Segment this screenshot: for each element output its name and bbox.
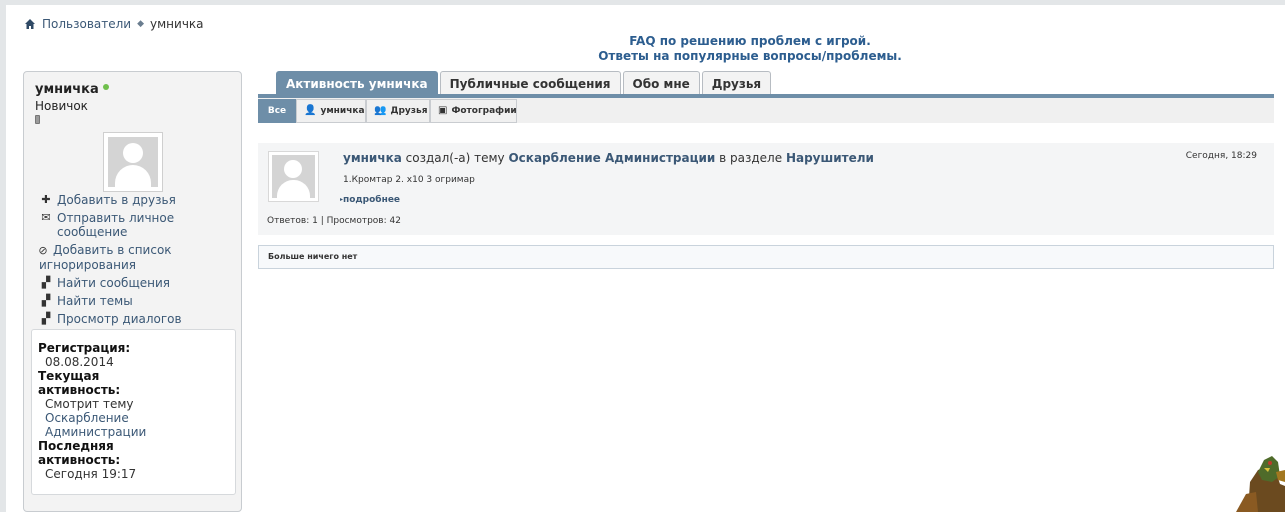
send-pm-link[interactable]: ✉ Отправить личное сообщение [39,211,239,239]
default-avatar-icon [108,137,158,187]
activity-avatar[interactable] [268,151,319,202]
current-activity-label: Текущая активность: [38,369,121,397]
subtab-photos-label[interactable]: Фотографии [451,100,516,122]
find-threads-link[interactable]: ▞ Найти темы [39,294,239,308]
subtab-user[interactable]: 👤 умничка [296,99,366,123]
current-activity-thread-link[interactable]: Оскарбление Администрации [45,411,155,439]
view-dialogs-link[interactable]: ▞ Просмотр диалогов [39,312,239,326]
posts-icon: ▞ [41,276,51,289]
activity-verb: создал(-а) тему [401,151,509,165]
plus-icon: ✚ [41,193,51,206]
tab-public-messages[interactable]: Публичные сообщения [439,71,621,95]
breadcrumb: Пользователи ◆ умничка [24,17,204,31]
profile-name: умничка [35,82,109,97]
subtab-friends-label[interactable]: Друзья [390,100,427,122]
activity-title: умничка создал(-а) тему Оскарбление Адми… [343,151,874,165]
photo-icon: ▣ [438,105,448,116]
tab-about[interactable]: Обо мне [622,71,700,95]
activity-more-link[interactable]: ▸подробнее [340,195,400,205]
faq-notice[interactable]: FAQ по решению проблем с игрой. Ответы н… [280,34,1220,64]
profile-tabs: Активность умничка Публичные сообщения О… [276,71,773,95]
activity-thread-link[interactable]: Оскарбление Администрации [508,151,715,165]
find-posts-link[interactable]: ▞ Найти сообщения [39,276,239,290]
add-friend-label[interactable]: Добавить в друзья [57,193,176,207]
faq-notice-line2[interactable]: Ответы на популярные вопросы/проблемы. [280,49,1220,64]
dialogs-icon: ▞ [41,312,51,325]
send-pm-label[interactable]: Отправить личное сообщение [57,211,239,239]
envelope-icon: ✉ [41,211,51,224]
activity-stats: Ответов: 1 | Просмотров: 42 [267,216,401,226]
current-activity-prefix: Смотрит тему [45,397,134,411]
ban-icon: ⊘ [38,244,48,257]
profile-username: умничка [35,82,99,97]
activity-more-label[interactable]: подробнее [343,195,400,205]
activity-user-link[interactable]: умничка [343,151,402,165]
registration-value: 08.08.2014 [45,355,114,369]
breadcrumb-separator-icon: ◆ [137,19,145,29]
activity-snippet: 1.Кромтар 2. x10 3 огримар [343,175,475,185]
faq-notice-line1[interactable]: FAQ по решению проблем с игрой. [280,34,1220,49]
user-icon: 👤 [304,105,317,116]
last-activity-value: Сегодня 19:17 [45,467,137,481]
activity-date: Сегодня, 18:29 [1185,151,1257,161]
threads-icon: ▞ [41,294,51,307]
avatar [103,132,163,192]
ignore-link[interactable]: ⊘ Добавить в список игнорирования [38,243,239,272]
activity-in-section: в разделе [715,151,786,165]
tab-friends[interactable]: Друзья [701,71,772,95]
find-threads-label[interactable]: Найти темы [57,294,133,308]
subtab-all[interactable]: Все [258,99,296,123]
profile-sidebar: умничка Новичок ✚ Добавить в друзья ✉ От… [23,71,242,512]
breadcrumb-current: умничка [150,17,204,31]
online-status-icon [102,83,109,90]
last-activity-label: Последняя активность: [38,439,121,467]
profile-rank: Новичок [35,99,88,113]
activity-section-link[interactable]: Нарушители [786,151,874,165]
add-friend-link[interactable]: ✚ Добавить в друзья [39,193,239,207]
home-icon[interactable] [24,18,36,30]
profile-actions: ✚ Добавить в друзья ✉ Отправить личное с… [38,193,239,330]
find-posts-label[interactable]: Найти сообщения [57,276,170,290]
registration-label: Регистрация: [38,341,131,355]
activity-item: умничка создал(-а) тему Оскарбление Адми… [258,143,1274,235]
friends-icon: 👥 [374,105,387,116]
view-dialogs-label[interactable]: Просмотр диалогов [57,312,182,326]
subtab-user-label[interactable]: умничка [320,100,364,122]
orc-mascot-icon [1236,456,1285,512]
profile-info-box: Регистрация: 08.08.2014 Текущая активнос… [31,329,236,495]
ignore-label[interactable]: Добавить в список игнорирования [39,243,172,272]
no-more-notice: Больше ничего нет [258,245,1274,269]
default-avatar-icon [272,155,315,198]
breadcrumb-users-link[interactable]: Пользователи [42,17,131,31]
reputation-icon [35,115,40,124]
subtab-photos[interactable]: ▣ Фотографии [430,99,517,123]
current-activity-value: Смотрит тему Оскарбление Администрации [38,397,235,439]
tab-activity[interactable]: Активность умничка [276,71,438,95]
subtab-friends[interactable]: 👥 Друзья [366,99,430,123]
